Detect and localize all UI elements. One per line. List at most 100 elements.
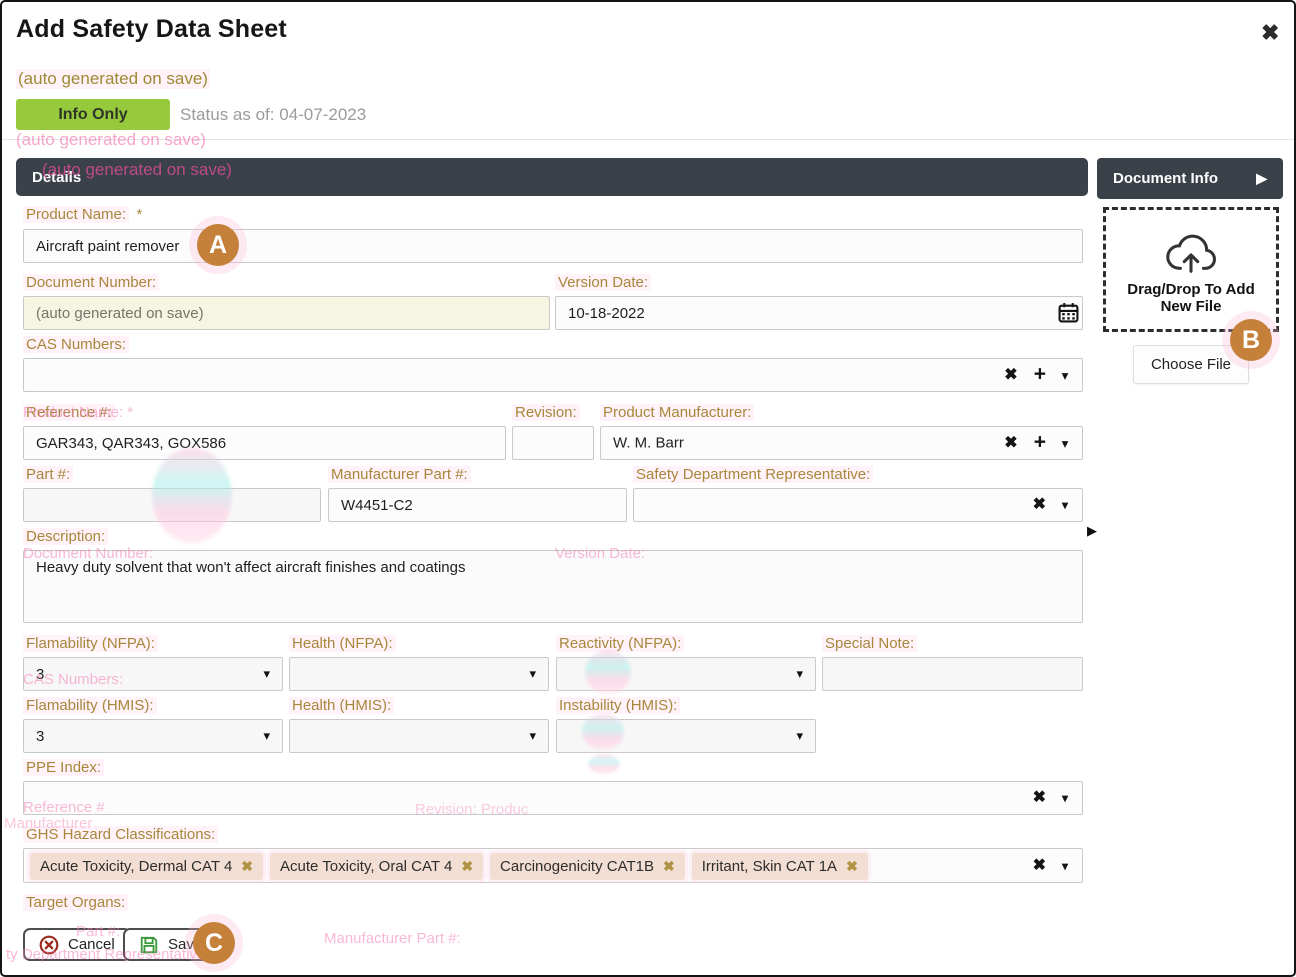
ppe-index-multiselect[interactable]: ✖ ▾ (23, 781, 1083, 815)
chevron-down-icon: ▾ (263, 728, 270, 744)
chevron-down-icon[interactable]: ▾ (1062, 860, 1068, 872)
clear-icon[interactable]: ✖ (1004, 435, 1017, 451)
product-name-label: Product Name: (23, 206, 129, 223)
health-nfpa-label: Health (NFPA): (289, 635, 396, 652)
chevron-down-icon: ▾ (263, 666, 270, 682)
cas-numbers-label: CAS Numbers: (23, 336, 129, 353)
flamability-hmis-select[interactable]: 3 ▾ (23, 719, 283, 753)
annotation-badge-a: A (197, 224, 239, 266)
ghs-tag-list: Acute Toxicity, Dermal CAT 4 ✖ Acute Tox… (24, 849, 1082, 884)
chevron-down-icon: ▾ (796, 666, 803, 682)
ghs-tag: Irritant, Skin CAT 1A ✖ (692, 853, 868, 880)
chevron-down-icon[interactable]: ▾ (1062, 369, 1068, 381)
add-icon[interactable]: + (1034, 364, 1046, 385)
annotation-badge-b: B (1230, 319, 1272, 361)
status-badge: Info Only (16, 99, 170, 130)
product-name-label-row: Product Name: * (23, 206, 145, 224)
manufacturer-part-label: Manufacturer Part #: (328, 466, 471, 483)
health-hmis-select[interactable]: ▾ (289, 719, 549, 753)
status-date: 04-07-2023 (279, 105, 366, 124)
clear-icon[interactable]: ✖ (1004, 367, 1017, 383)
product-manufacturer-multiselect[interactable]: W. M. Barr ✖ + ▾ (600, 426, 1083, 460)
reactivity-nfpa-label: Reactivity (NFPA): (556, 635, 684, 652)
document-number-label: Document Number: (23, 274, 159, 291)
ghs-multiselect[interactable]: Acute Toxicity, Dermal CAT 4 ✖ Acute Tox… (23, 848, 1083, 883)
cas-numbers-multiselect[interactable]: ✖ + ▾ (23, 358, 1083, 392)
instability-hmis-label: Instability (HMIS): (556, 697, 680, 714)
target-organs-label: Target Organs: (23, 894, 128, 911)
cancel-button[interactable]: Cancel (23, 928, 131, 961)
safety-rep-multiselect[interactable]: ✖ ▾ (633, 488, 1083, 522)
ppe-index-label: PPE Index: (23, 759, 104, 776)
auto-generated-note: (auto generated on save) (16, 69, 210, 89)
ghs-tag-label: Acute Toxicity, Oral CAT 4 (280, 858, 452, 875)
revision-label: Revision: (512, 404, 580, 421)
safety-rep-label: Safety Department Representative: (633, 466, 873, 483)
details-section-bar[interactable]: Details (16, 158, 1088, 196)
cancel-circle-x-icon (39, 935, 59, 955)
remove-tag-icon[interactable]: ✖ (461, 858, 473, 875)
document-info-button[interactable]: Document Info ▶ (1097, 158, 1283, 199)
add-sds-modal: Add Safety Data Sheet ✖ (auto generated … (0, 0, 1296, 977)
part-number-input[interactable] (23, 488, 321, 522)
ghost-text: Manufacturer Part #: (324, 930, 461, 947)
status-label: Status as of: (180, 105, 275, 124)
version-date-input[interactable] (555, 296, 1083, 330)
flamability-nfpa-select[interactable]: 3 ▾ (23, 657, 283, 691)
special-note-input[interactable] (822, 657, 1083, 691)
annotation-badge-c: C (193, 922, 235, 964)
calendar-icon[interactable] (1058, 302, 1079, 323)
chevron-down-icon: ▾ (529, 666, 536, 682)
ghs-tag-label: Carcinogenicity CAT1B (500, 858, 654, 875)
cloud-upload-icon (1160, 229, 1222, 277)
required-asterisk: * (134, 206, 146, 223)
manufacturer-part-input[interactable] (328, 488, 627, 522)
chevron-down-icon[interactable]: ▾ (1062, 437, 1068, 449)
version-date-label: Version Date: (555, 274, 651, 291)
flamability-nfpa-value: 3 (36, 666, 44, 683)
reference-input[interactable] (23, 426, 506, 460)
revision-input[interactable] (512, 426, 594, 460)
ghs-tag: Acute Toxicity, Oral CAT 4 ✖ (270, 853, 483, 880)
choose-file-button[interactable]: Choose File (1133, 345, 1249, 384)
chevron-down-icon[interactable]: ▾ (1062, 499, 1068, 511)
chevron-down-icon[interactable]: ▾ (1062, 792, 1068, 804)
part-number-label: Part #: (23, 466, 73, 483)
description-label: Description: (23, 528, 108, 545)
ghs-tag-label: Irritant, Skin CAT 1A (702, 858, 837, 875)
product-name-input[interactable] (23, 229, 1083, 263)
description-textarea[interactable]: Heavy duty solvent that won't affect air… (23, 550, 1083, 623)
flamability-hmis-label: Flamability (HMIS): (23, 697, 157, 714)
health-nfpa-select[interactable]: ▾ (289, 657, 549, 691)
close-icon[interactable]: ✖ (1261, 20, 1279, 46)
ghs-tag: Acute Toxicity, Dermal CAT 4 ✖ (30, 853, 263, 880)
clear-icon[interactable]: ✖ (1033, 858, 1046, 874)
remove-tag-icon[interactable]: ✖ (241, 858, 253, 875)
details-tab-label: Details (32, 169, 81, 186)
clear-icon[interactable]: ✖ (1033, 790, 1046, 806)
remove-tag-icon[interactable]: ✖ (663, 858, 675, 875)
reactivity-nfpa-select[interactable]: ▾ (556, 657, 816, 691)
remove-tag-icon[interactable]: ✖ (846, 858, 858, 875)
expand-arrow-icon[interactable]: ▶ (1087, 523, 1097, 539)
instability-hmis-select[interactable]: ▾ (556, 719, 816, 753)
health-hmis-label: Health (HMIS): (289, 697, 394, 714)
chevron-down-icon: ▾ (796, 728, 803, 744)
chevron-down-icon: ▾ (529, 728, 536, 744)
add-icon[interactable]: + (1034, 432, 1046, 453)
header-divider (2, 139, 1294, 140)
clear-icon[interactable]: ✖ (1033, 497, 1046, 513)
special-note-label: Special Note: (822, 635, 917, 652)
product-manufacturer-label: Product Manufacturer: (600, 404, 754, 421)
file-dropzone[interactable]: Drag/Drop To Add New File (1103, 207, 1279, 332)
ghs-label: GHS Hazard Classifications: (23, 826, 218, 843)
document-number-input[interactable] (23, 296, 550, 330)
dropzone-label: Drag/Drop To Add New File (1110, 281, 1272, 315)
product-manufacturer-value: W. M. Barr (613, 435, 684, 452)
flamability-hmis-value: 3 (36, 728, 44, 745)
save-floppy-icon (139, 935, 159, 955)
ghost-blob (588, 754, 620, 774)
flamability-nfpa-label: Flamability (NFPA): (23, 635, 158, 652)
ghs-tag-label: Acute Toxicity, Dermal CAT 4 (40, 858, 232, 875)
ghost-text: (auto generated on save) (16, 130, 206, 150)
